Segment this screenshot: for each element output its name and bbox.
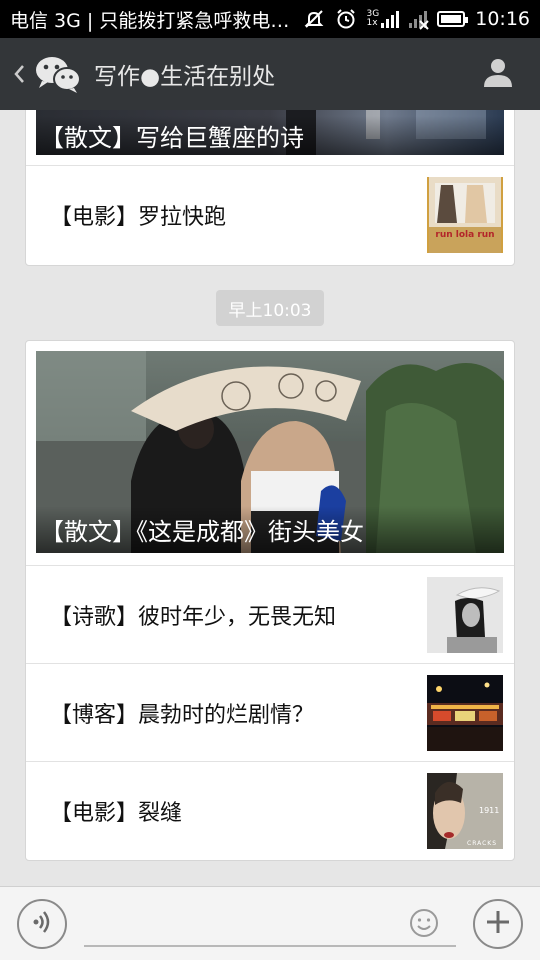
hero-title: 【散文】写给巨蟹座的诗: [36, 116, 504, 155]
network-sub: 1x: [366, 18, 378, 28]
signal-icon: 3G 1x: [367, 10, 400, 28]
profile-button[interactable]: [468, 44, 528, 104]
item-thumbnail: [427, 576, 503, 653]
input-bar: [0, 886, 540, 960]
message-input[interactable]: [84, 901, 456, 947]
voice-button[interactable]: [17, 899, 67, 949]
list-item[interactable]: 【诗歌】彼时年少，无畏无知: [26, 565, 514, 663]
hero-title: 【散文】《这是成都》街头美女: [36, 506, 504, 553]
thumb-text: run lola run: [435, 230, 494, 240]
no-signal-icon: [409, 10, 429, 30]
voice-icon: [29, 909, 55, 939]
plus-icon: [485, 909, 511, 939]
list-item[interactable]: 【电影】裂缝 1911 CRACKS: [26, 761, 514, 859]
chevron-left-icon[interactable]: [4, 63, 34, 85]
list-item[interactable]: 【电影】罗拉快跑 run lola run: [26, 165, 514, 263]
plus-button[interactable]: [473, 899, 523, 949]
nav-bar: 写作●生活在别处: [0, 38, 540, 110]
svg-text:1911: 1911: [479, 806, 499, 815]
bell-off-icon: [303, 8, 325, 30]
item-title: 【电影】罗拉快跑: [50, 204, 227, 230]
emoji-icon: [409, 908, 439, 942]
article-card: 【散文】《这是成都》街头美女 【诗歌】彼时年少，无畏无知 【博客】晨勃时的烂剧情…: [25, 340, 515, 861]
hero-article[interactable]: 【散文】《这是成都》街头美女: [36, 351, 504, 553]
status-bar: 电信 3G | 只能拨打紧急呼救电… 3G 1x 10:16: [0, 0, 540, 38]
item-thumbnail: run lola run: [427, 176, 503, 253]
item-title: 【电影】裂缝: [50, 800, 183, 826]
hero-article[interactable]: 【散文】写给巨蟹座的诗: [36, 110, 504, 155]
timestamp: 早上10:03: [216, 290, 324, 326]
emoji-button[interactable]: [408, 909, 440, 941]
carrier-text: 电信 3G | 只能拨打紧急呼救电…: [10, 9, 290, 32]
status-icons: 3G 1x 10:16: [303, 8, 530, 30]
battery-icon: [437, 11, 469, 27]
clock: 10:16: [475, 8, 530, 30]
chat-title: 写作●生活在别处: [94, 64, 276, 90]
list-item[interactable]: 【博客】晨勃时的烂剧情？: [26, 663, 514, 761]
item-title: 【诗歌】彼时年少，无畏无知: [50, 604, 337, 630]
chat-timeline[interactable]: 【散文】写给巨蟹座的诗 【电影】罗拉快跑 run lola run 早上10:0…: [0, 110, 540, 886]
article-card-earlier: 【散文】写给巨蟹座的诗 【电影】罗拉快跑 run lola run: [25, 110, 515, 266]
wechat-logo-icon: [34, 54, 82, 94]
alarm-icon: [335, 8, 357, 30]
person-icon: [482, 56, 514, 92]
item-thumbnail: [427, 674, 503, 751]
thumb-text: CRACKS: [467, 840, 497, 847]
item-title: 【博客】晨勃时的烂剧情？: [50, 702, 315, 728]
item-thumbnail: 1911 CRACKS: [427, 772, 503, 849]
